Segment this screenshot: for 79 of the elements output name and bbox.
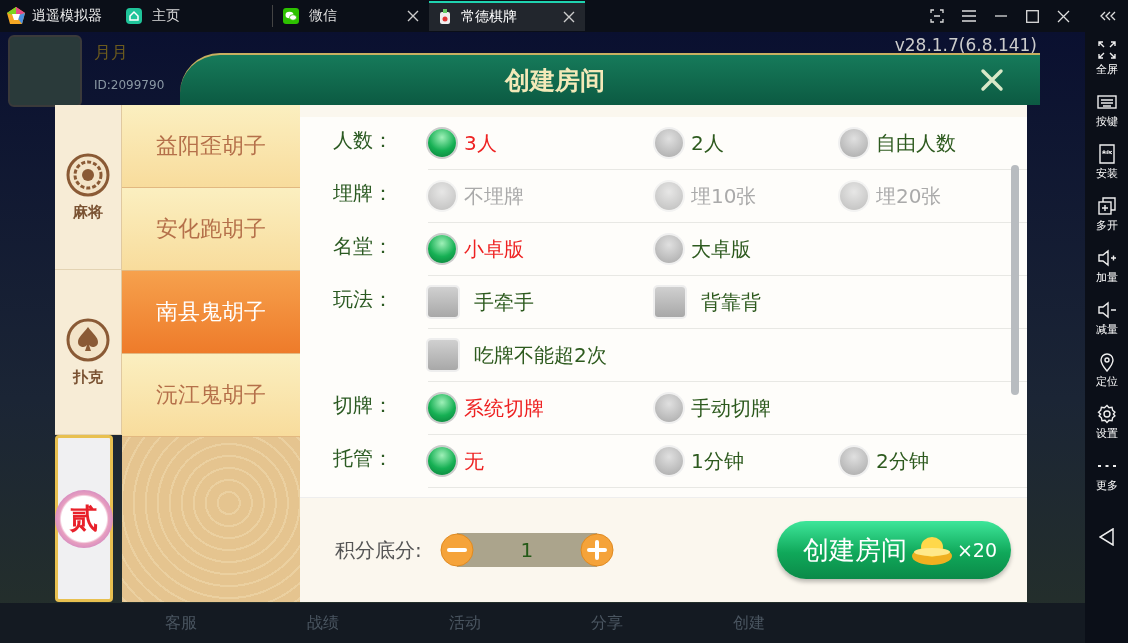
radio-button[interactable] [655, 394, 683, 422]
sidebar-item[interactable]: 安装 [1095, 144, 1118, 196]
category-tab[interactable]: 麻将 [55, 105, 122, 270]
windows-icon [1096, 196, 1117, 216]
radio-button[interactable] [655, 235, 683, 263]
radio-button[interactable] [428, 394, 456, 422]
more-icon [1096, 464, 1117, 468]
fullscreen-icon [1096, 40, 1117, 60]
radio-option[interactable]: 2人 [655, 129, 840, 157]
radio-option[interactable]: 自由人数 [840, 129, 956, 157]
dialog-title: 创建房间 [505, 64, 605, 97]
scrollbar[interactable] [1011, 165, 1019, 395]
radio-option[interactable]: 3人 [428, 129, 655, 157]
checkbox-option[interactable]: 背靠背 [655, 287, 840, 317]
app-logo-icon [6, 6, 26, 26]
volume-down-icon [1096, 300, 1117, 320]
settings-icon [1096, 404, 1117, 424]
option-label: 人数： [332, 127, 394, 154]
home-icon [126, 8, 142, 24]
radio-option[interactable]: 小卓版 [428, 235, 655, 263]
keyboard-icon [1096, 92, 1117, 112]
radio-option[interactable]: 系统切牌 [428, 394, 655, 422]
close-icon[interactable] [407, 10, 419, 22]
radio-button[interactable] [655, 129, 683, 157]
radio-option[interactable]: 1分钟 [655, 447, 840, 475]
maximize-icon[interactable] [1026, 9, 1039, 23]
screenshot-icon[interactable] [930, 9, 944, 23]
category-tab[interactable]: 贰 [55, 435, 113, 602]
ingot-icon [910, 534, 953, 566]
checkbox[interactable] [655, 287, 685, 317]
back-icon[interactable] [1098, 528, 1115, 546]
sidebar-item[interactable]: 设置 [1095, 404, 1118, 456]
sidebar-item[interactable]: 减量 [1095, 300, 1118, 352]
menu-icon[interactable] [962, 10, 976, 22]
app-title: 逍遥模拟器 [32, 7, 102, 25]
sidebar-item[interactable]: 全屏 [1095, 40, 1118, 92]
sidebar-item[interactable]: 多开 [1095, 196, 1118, 248]
score-label: 积分底分: [335, 536, 422, 564]
flower-icon [66, 152, 110, 197]
chat-icon [283, 8, 299, 24]
option-label: 名堂： [332, 233, 394, 260]
browser-tab[interactable]: 主页 [116, 1, 272, 31]
version-label: v28.1.7(6.8.141) [894, 35, 1038, 55]
category-tab[interactable]: 扑克 [55, 270, 122, 435]
checkbox[interactable] [428, 340, 458, 370]
radio-option[interactable]: 无 [428, 447, 655, 475]
radio-button[interactable] [428, 447, 456, 475]
checkbox[interactable] [428, 287, 458, 317]
radio-option[interactable]: 大卓版 [655, 235, 840, 263]
sidebar-item[interactable]: 定位 [1095, 352, 1118, 404]
radio-button[interactable] [655, 447, 683, 475]
radio-button[interactable] [840, 129, 868, 157]
option-label: 托管： [332, 445, 394, 472]
sidebar-item[interactable]: 按键 [1095, 92, 1118, 144]
option-label: 玩法： [332, 286, 394, 313]
checkbox-option[interactable]: 手牵手 [428, 287, 655, 317]
apk-icon [1096, 144, 1117, 164]
radio-option[interactable]: 2分钟 [840, 447, 929, 475]
option-label: 埋牌： [332, 180, 394, 207]
plus-icon[interactable] [579, 533, 614, 567]
radio-button[interactable] [840, 447, 868, 475]
radio-button[interactable] [428, 129, 456, 157]
browser-tab[interactable]: 常德棋牌 [429, 1, 585, 31]
game-icon [439, 9, 451, 25]
collapse-icon[interactable] [1100, 11, 1118, 21]
player-id: ID:2099790 [94, 78, 165, 92]
radio-button[interactable] [428, 235, 456, 263]
minus-icon[interactable] [439, 533, 474, 567]
sidebar-item[interactable]: 加量 [1095, 248, 1118, 300]
close-icon[interactable] [563, 11, 575, 23]
browser-tab[interactable]: 微信 [272, 5, 429, 27]
sidebar-item[interactable]: 更多 [1095, 456, 1118, 508]
close-icon[interactable] [1057, 9, 1070, 23]
volume-up-icon [1096, 248, 1117, 268]
spade-icon [66, 317, 110, 362]
checkbox-option[interactable]: 吃牌不能超2次 [428, 340, 655, 370]
option-label: 切牌： [332, 392, 394, 419]
player-name: 月月 [94, 41, 129, 64]
radio-option[interactable]: 手动切牌 [655, 394, 840, 422]
